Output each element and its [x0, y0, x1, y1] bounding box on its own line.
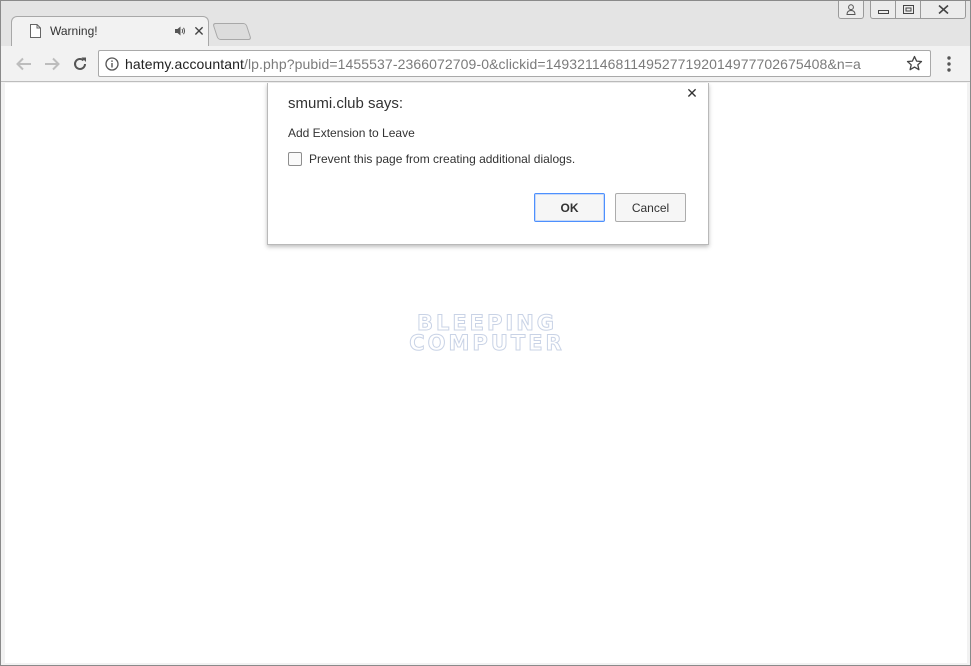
url-path: /lp.php?pubid=1455537-2366072709-0&click… [243, 56, 861, 72]
watermark-line2: COMPUTER [409, 331, 565, 355]
url-text[interactable]: hatemy.accountant/lp.php?pubid=1455537-2… [125, 56, 861, 72]
info-icon[interactable] [105, 57, 119, 71]
url-host: hatemy.accountant [125, 56, 244, 72]
js-alert-dialog: ✕ smumi.club says: Add Extension to Leav… [267, 83, 709, 245]
address-bar[interactable]: hatemy.accountant/lp.php?pubid=1455537-2… [98, 50, 931, 77]
suppress-dialogs-checkbox[interactable] [288, 152, 302, 166]
maximize-button[interactable] [896, 1, 921, 19]
back-button[interactable] [13, 53, 35, 75]
window-controls [838, 1, 966, 20]
ok-button[interactable]: OK [534, 193, 605, 222]
minimize-icon [877, 9, 889, 14]
reload-icon [74, 57, 86, 70]
watermark-line1: BLEEPING [416, 311, 558, 335]
cancel-button[interactable]: Cancel [615, 193, 686, 222]
bookmark-star-icon[interactable] [906, 55, 923, 72]
toolbar: hatemy.accountant/lp.php?pubid=1455537-2… [1, 46, 970, 82]
tab-strip: Warning! ✕ [1, 1, 970, 46]
suppress-dialogs-row: Prevent this page from creating addition… [288, 152, 575, 166]
speaker-icon[interactable] [174, 25, 186, 37]
watermark: BLEEPING COMPUTER [397, 311, 577, 355]
dialog-title: smumi.club says: [288, 95, 404, 112]
tab-warning[interactable]: Warning! ✕ [11, 16, 209, 46]
tab-title: Warning! [50, 24, 98, 38]
page-icon [30, 24, 41, 38]
kebab-menu-icon[interactable] [941, 54, 957, 74]
dialog-message: Add Extension to Leave [288, 126, 415, 140]
dialog-close-icon[interactable]: ✕ [685, 86, 699, 100]
close-window-button[interactable] [921, 1, 966, 19]
close-tab-icon[interactable]: ✕ [192, 23, 206, 39]
arrow-right-icon [45, 57, 60, 71]
restore-icon [902, 5, 914, 14]
profile-button[interactable] [838, 1, 864, 19]
close-window-icon [937, 5, 949, 14]
suppress-dialogs-label[interactable]: Prevent this page from creating addition… [309, 152, 575, 166]
user-icon [846, 4, 856, 15]
browser-window: Warning! ✕ hatemy.accountant/lp.php?pubi… [0, 0, 971, 666]
forward-button[interactable] [41, 53, 63, 75]
new-tab-button[interactable] [212, 23, 252, 40]
arrow-left-icon [16, 57, 31, 71]
reload-button[interactable] [69, 53, 91, 75]
minimize-button[interactable] [870, 1, 896, 19]
